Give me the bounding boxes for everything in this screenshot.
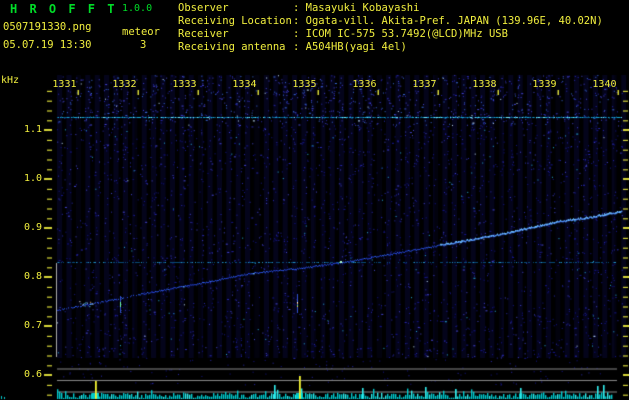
time-tick-label: 1339 — [532, 79, 557, 90]
freq-tick-label: 0.7 — [23, 320, 42, 331]
time-tick-label: 1337 — [412, 79, 437, 90]
freq-tick-label: 0.6 — [23, 369, 42, 380]
hrofft-spectrogram-screen: H R O F F T 1.0.0 0507191330.png meteor … — [0, 0, 629, 400]
time-tick-label: 1331 — [52, 79, 77, 90]
app-title: H R O F F T — [10, 2, 117, 16]
freq-tick-label: 0.9 — [23, 222, 42, 233]
info-label: Observer — [178, 2, 229, 14]
output-filename: 0507191330.png — [3, 21, 92, 33]
time-tick-label: 1336 — [352, 79, 377, 90]
time-tick-label: 1333 — [172, 79, 197, 90]
time-tick-label: 1335 — [292, 79, 317, 90]
mode-label: meteor — [122, 26, 160, 38]
freq-tick-label: 0.8 — [23, 271, 42, 282]
time-tick-label: 1334 — [232, 79, 257, 90]
info-label: Receiving Location — [178, 15, 292, 27]
spectrogram-canvas — [0, 0, 629, 400]
time-tick-label: 1332 — [112, 79, 137, 90]
info-row-observer: Observer: Masayuki Kobayashi — [178, 2, 420, 14]
y-axis-unit-label: kHz — [1, 75, 20, 86]
info-label: Receiver — [178, 28, 229, 40]
info-value: Ogata-vill. Akita-Pref. JAPAN (139.96E, … — [305, 15, 603, 27]
time-tick-label: 1338 — [472, 79, 497, 90]
info-value: Masayuki Kobayashi — [305, 2, 420, 14]
info-row-location: Receiving Location: Ogata-vill. Akita-Pr… — [178, 15, 603, 27]
freq-tick-label: 1.1 — [23, 124, 42, 135]
meteor-count: 3 — [140, 39, 147, 51]
app-version: 1.0.0 — [122, 3, 153, 14]
info-value: ICOM IC-575 53.7492(@LCD)MHz USB — [305, 28, 508, 40]
time-tick-label: 1340 — [592, 79, 617, 90]
timestamp: 05.07.19 13:30 — [3, 39, 92, 51]
info-row-receiver: Receiver: ICOM IC-575 53.7492(@LCD)MHz U… — [178, 28, 508, 40]
freq-tick-label: 1.0 — [23, 173, 42, 184]
station-info: Observer: Masayuki Kobayashi Receiving L… — [178, 2, 603, 54]
info-row-antenna: Receiving antenna: A504HB(yagi 4el) — [178, 41, 407, 53]
info-label: Receiving antenna — [178, 41, 286, 53]
info-value: A504HB(yagi 4el) — [305, 41, 407, 53]
